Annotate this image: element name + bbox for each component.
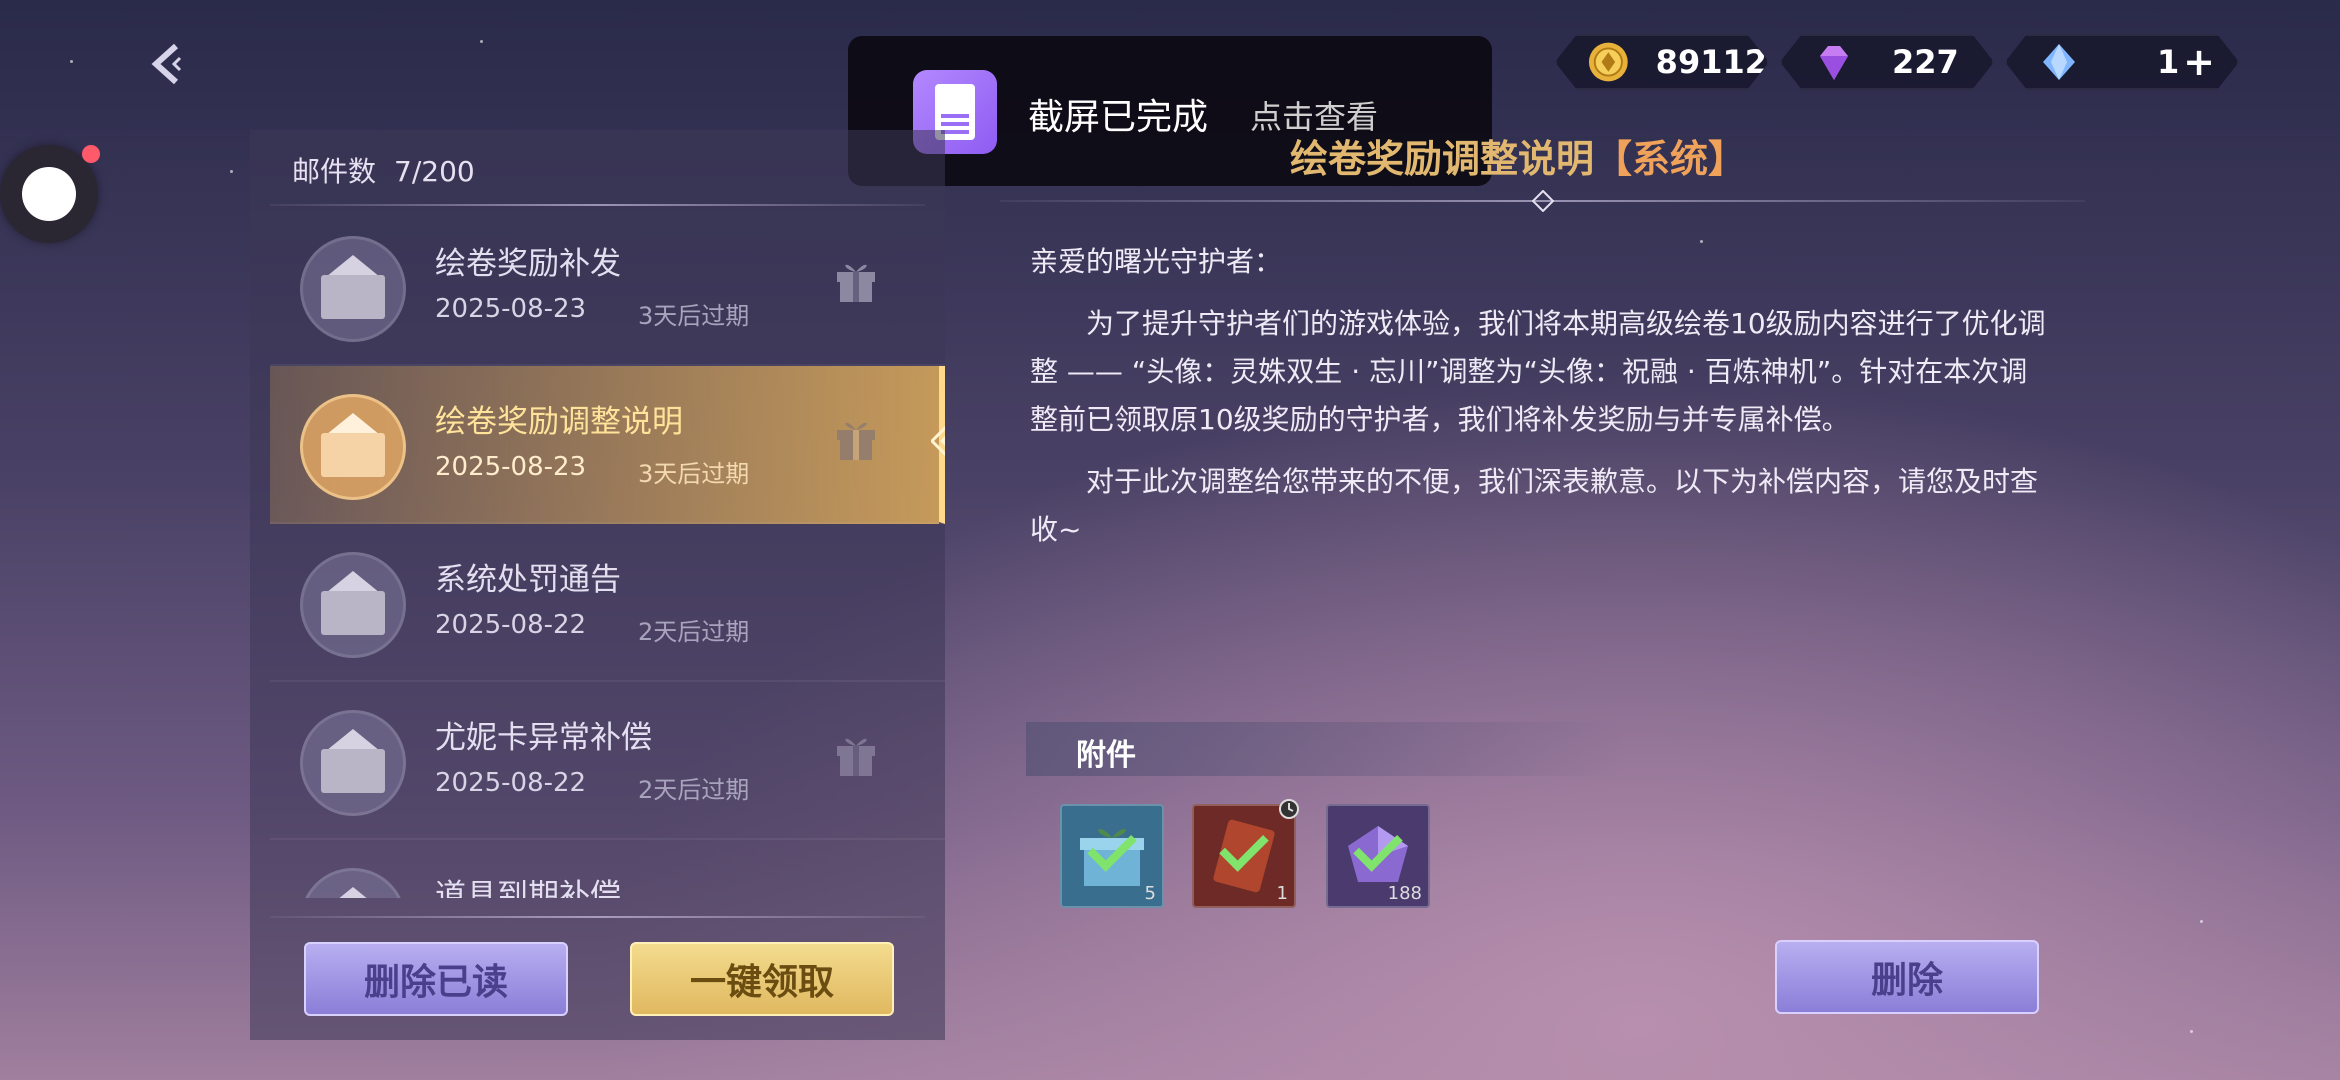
crystal-currency: 1 + [2005, 34, 2239, 90]
mail-count-label: 邮件数 [292, 155, 377, 188]
mail-item-title: 绘卷奖励调整说明 [435, 404, 683, 440]
gold-currency: 89112 [1555, 34, 1769, 90]
blue-crystal-icon [2037, 40, 2081, 84]
attachment-item[interactable]: 188 [1326, 804, 1430, 908]
mail-item[interactable]: 绘卷奖励补发 2025-08-23 3天后过期 [270, 208, 945, 366]
delete-read-button[interactable]: 删除已读 [304, 942, 568, 1016]
mail-item-title: 道具到期补偿 [435, 878, 621, 898]
toast-message: 截屏已完成 [1028, 97, 1209, 138]
envelope-icon [300, 552, 406, 658]
envelope-icon [300, 394, 406, 500]
mail-item-selected[interactable]: 绘卷奖励调整说明 2025-08-23 3天后过期 [270, 366, 945, 524]
claim-all-button[interactable]: 一键领取 [630, 942, 894, 1016]
mail-item-expiry: 2天后过期 [638, 776, 750, 804]
mail-paragraph-1: 为了提升守护者们的游戏体验，我们将本期高级绘卷10级励内容进行了优化调整 —— … [1030, 307, 2046, 436]
mail-item[interactable]: 尤妮卡异常补偿 2025-08-22 2天后过期 [270, 682, 945, 840]
mail-detail-title-text: 绘卷奖励调整说明 [1290, 137, 1595, 181]
timer-icon [1279, 799, 1299, 819]
attachment-item[interactable]: 5 [1060, 804, 1164, 908]
selection-diamond-icon [931, 426, 945, 456]
mail-item[interactable]: 道具到期补偿 [270, 840, 945, 898]
add-currency-button[interactable]: + [2183, 42, 2215, 82]
mail-item-date: 2025-08-22 [435, 610, 587, 640]
gem-currency: 227 [1780, 34, 1994, 90]
delete-mail-button[interactable]: 删除 [1775, 940, 2039, 1014]
gift-icon [837, 264, 875, 302]
system-badge: 【系统】 [1594, 137, 1747, 181]
envelope-icon [300, 236, 406, 342]
mail-item-date: 2025-08-23 [435, 294, 587, 324]
envelope-icon [300, 868, 406, 898]
divider-diamond-icon [1532, 190, 1554, 212]
mail-greeting: 亲爱的曙光守护者： [1030, 245, 1283, 278]
mail-paragraph-2: 对于此次调整给您带来的不便，我们深表歉意。以下为补偿内容，请您及时查收~ [1030, 465, 2039, 546]
mail-count-value: 7/200 [394, 155, 475, 188]
attachment-qty: 1 [1276, 883, 1288, 904]
crystal-amount: 1 [2157, 43, 2180, 81]
ball-center [22, 167, 76, 221]
mail-item-expiry: 2天后过期 [638, 618, 750, 646]
notification-dot [82, 145, 100, 163]
purple-gem-icon [1812, 40, 1856, 84]
mail-detail-title: 绘卷奖励调整说明【系统】 [1290, 128, 1746, 183]
mail-item-date: 2025-08-23 [435, 452, 587, 482]
gift-icon [837, 422, 875, 460]
mail-item-title: 尤妮卡异常补偿 [435, 720, 652, 756]
mail-item-expiry: 3天后过期 [638, 302, 750, 330]
mail-item-title: 系统处罚通告 [435, 562, 621, 598]
mail-list-panel: 邮件数 7/200 绘卷奖励补发 2025-08-23 3天后过期 绘卷奖励调整说… [250, 130, 945, 1040]
attachment-item[interactable]: 1 [1192, 799, 1299, 908]
attachments-header: 附件 [1026, 722, 1626, 776]
mail-item-title: 绘卷奖励补发 [435, 246, 621, 282]
divider [270, 204, 925, 206]
envelope-icon [300, 710, 406, 816]
chevron-left-icon [151, 43, 182, 85]
attachment-qty: 188 [1387, 883, 1422, 904]
attachments-label: 附件 [1076, 738, 1136, 773]
divider [270, 916, 925, 918]
back-button[interactable] [140, 36, 196, 92]
mail-count: 邮件数 7/200 [292, 150, 475, 190]
gem-amount: 227 [1892, 43, 1959, 81]
mail-item-expiry: 3天后过期 [638, 460, 750, 488]
gift-icon [837, 738, 875, 776]
mail-item[interactable]: 系统处罚通告 2025-08-22 2天后过期 [270, 524, 945, 682]
gold-amount: 89112 [1655, 43, 1767, 81]
floating-assistant-ball[interactable] [0, 145, 100, 243]
attachment-qty: 5 [1144, 883, 1156, 904]
mail-item-date: 2025-08-22 [435, 768, 587, 798]
gold-coin-icon [1587, 40, 1630, 84]
mail-list[interactable]: 绘卷奖励补发 2025-08-23 3天后过期 绘卷奖励调整说明 2025-08… [270, 208, 945, 898]
